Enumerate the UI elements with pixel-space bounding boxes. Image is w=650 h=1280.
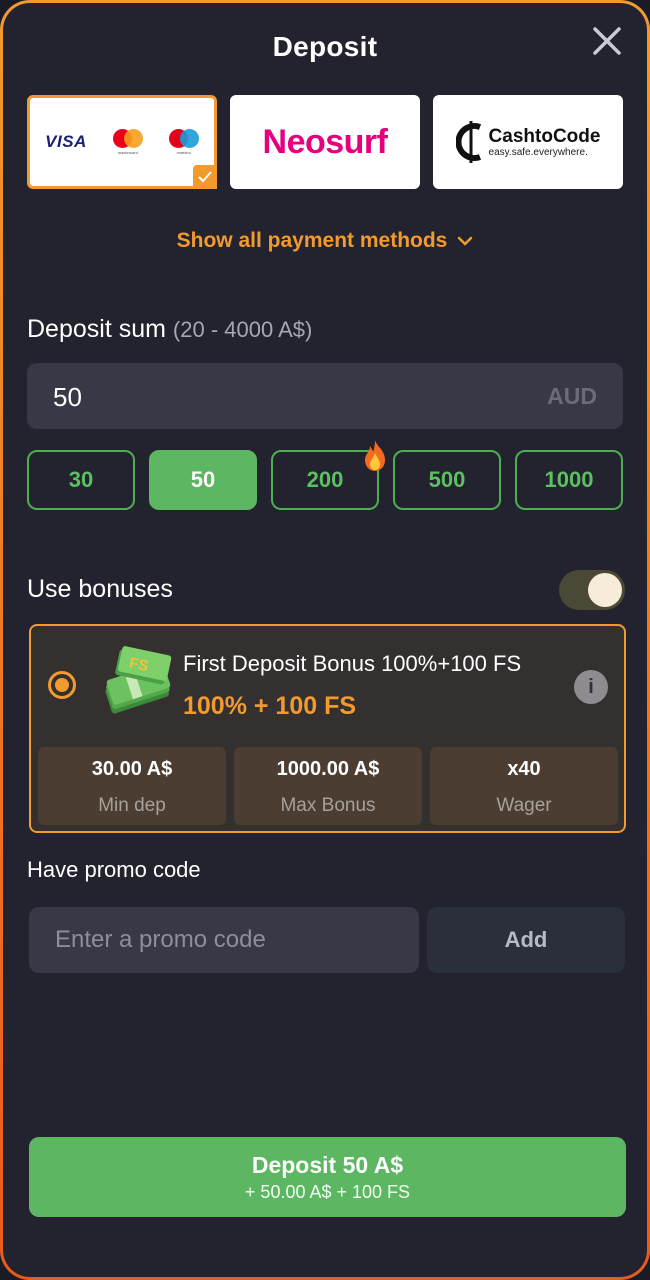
modal-frame: Deposit VISA mastercard maestro Neosurf … — [0, 0, 650, 1280]
amount-chip-30[interactable]: 30 — [27, 450, 135, 510]
close-button[interactable] — [589, 23, 625, 59]
neosurf-logo: Neosurf — [262, 122, 388, 161]
selected-check-icon — [193, 165, 217, 189]
promo-code-label: Have promo code — [27, 857, 201, 882]
show-all-label: Show all payment methods — [176, 229, 448, 252]
amount-chip-200[interactable]: 200 — [271, 440, 385, 510]
modal-title: Deposit — [272, 31, 378, 62]
bonus-stat-wager: x40 Wager — [430, 747, 618, 825]
cashtocode-logo: CashtoCode easy.safe.everywhere. — [455, 119, 600, 165]
toggle-knob — [588, 573, 622, 607]
deposit-sum-heading: Deposit sum (20 - 4000 A$) — [27, 315, 312, 344]
amount-field: AUD — [27, 363, 623, 431]
visa-logo: VISA — [45, 132, 87, 151]
payment-method-cards[interactable]: VISA mastercard maestro — [27, 95, 217, 189]
bonus-card[interactable]: FS First Deposit Bonus 100%+100 FS 100% … — [29, 624, 626, 833]
show-all-methods-link[interactable]: Show all payment methods — [3, 229, 647, 253]
payment-method-neosurf[interactable]: Neosurf — [230, 95, 420, 189]
use-bonuses-label: Use bonuses — [27, 575, 173, 603]
amount-chip-50[interactable]: 50 — [149, 450, 257, 510]
bonus-title: First Deposit Bonus 100%+100 FS — [183, 651, 522, 676]
close-icon — [593, 27, 621, 55]
amount-input[interactable] — [51, 363, 455, 431]
bonus-value: 100% + 100 FS — [183, 692, 357, 720]
deposit-modal: Deposit VISA mastercard maestro Neosurf … — [3, 3, 647, 1277]
chevron-down-icon — [458, 237, 473, 247]
quick-amounts: 30 50 200 500 1000 — [27, 440, 627, 512]
deposit-sum-range: (20 - 4000 A$) — [172, 317, 313, 342]
use-bonuses-toggle[interactable] — [559, 570, 625, 610]
maestro-logo: maestro — [168, 129, 199, 155]
currency-label: AUD — [547, 383, 597, 409]
add-promo-button[interactable]: Add — [427, 907, 625, 973]
bonus-radio[interactable] — [48, 671, 76, 699]
cash-stack-icon: FS — [105, 646, 172, 714]
deposit-button[interactable]: Deposit 50 A$ + 50.00 A$ + 100 FS — [29, 1137, 626, 1217]
payment-method-cashtocode[interactable]: CashtoCode easy.safe.everywhere. — [433, 95, 623, 189]
deposit-button-label: Deposit 50 A$ — [251, 1152, 404, 1178]
payment-methods: VISA mastercard maestro Neosurf CashtoCo… — [27, 95, 623, 189]
promo-code-input[interactable] — [29, 907, 419, 973]
bonus-stat-max-bonus: 1000.00 A$ Max Bonus — [234, 747, 422, 825]
deposit-button-sublabel: + 50.00 A$ + 100 FS — [244, 1182, 411, 1202]
mastercard-logo: mastercard — [112, 129, 143, 155]
amount-chip-500[interactable]: 500 — [393, 450, 501, 510]
fire-icon — [365, 440, 385, 471]
bonus-stat-min-dep: 30.00 A$ Min dep — [38, 747, 226, 825]
deposit-sum-label: Deposit sum — [27, 315, 166, 343]
info-icon[interactable]: i — [574, 670, 608, 704]
amount-chip-1000[interactable]: 1000 — [515, 450, 623, 510]
